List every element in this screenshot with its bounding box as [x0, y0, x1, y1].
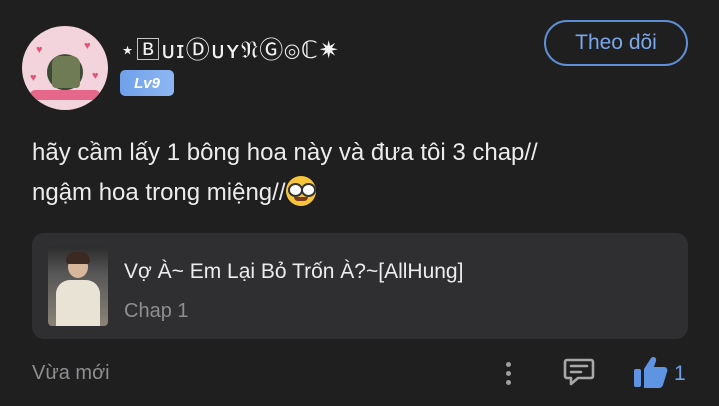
emoji-mouth [293, 197, 308, 201]
comment-line: ngậm hoa trong miệng// [32, 179, 286, 206]
story-title[interactable]: Vợ À~ Em Lại Bỏ Trốn À?~[AllHung] [124, 260, 463, 284]
heart-decoration: ♥ [30, 72, 37, 84]
cover-figure-hair [66, 252, 90, 264]
comment-text: hãy cầm lấy 1 bông hoa này và đưa tôi 3 … [32, 133, 672, 213]
glasses-lens [300, 183, 316, 197]
user-avatar[interactable]: ♥ ♥ ♥ ♥ [22, 26, 108, 110]
nerd-face-icon [285, 176, 316, 206]
more-options-icon[interactable] [498, 357, 518, 389]
comment-line: hãy cầm lấy 1 bông hoa này và đưa tôi 3 … [32, 139, 538, 166]
follow-button[interactable]: Theo dõi [544, 20, 688, 66]
thumbs-up-icon[interactable] [633, 355, 669, 389]
comment-line-with-emoji: ngậm hoa trong miệng// [32, 173, 672, 213]
avatar-love-banner [30, 90, 100, 100]
story-card[interactable]: Vợ À~ Em Lại Bỏ Trốn À?~[AllHung] Chap 1 [32, 233, 688, 339]
level-badge: Lv9 [120, 70, 174, 96]
username[interactable]: ⋆🄱ᴜɪⒹᴜʏ𝔑Ⓖ⦾ℂ✷ [120, 30, 340, 65]
heart-decoration: ♥ [36, 44, 43, 56]
story-cover-image [48, 246, 108, 326]
like-count: 1 [674, 362, 686, 385]
comment-timestamp: Vừa mới [32, 362, 110, 384]
heart-decoration: ♥ [84, 40, 91, 52]
heart-decoration: ♥ [92, 70, 99, 82]
reply-comment-icon[interactable] [562, 356, 596, 388]
story-chapter[interactable]: Chap 1 [124, 300, 189, 323]
cover-figure-shirt [56, 280, 100, 326]
avatar-figure [52, 56, 80, 88]
